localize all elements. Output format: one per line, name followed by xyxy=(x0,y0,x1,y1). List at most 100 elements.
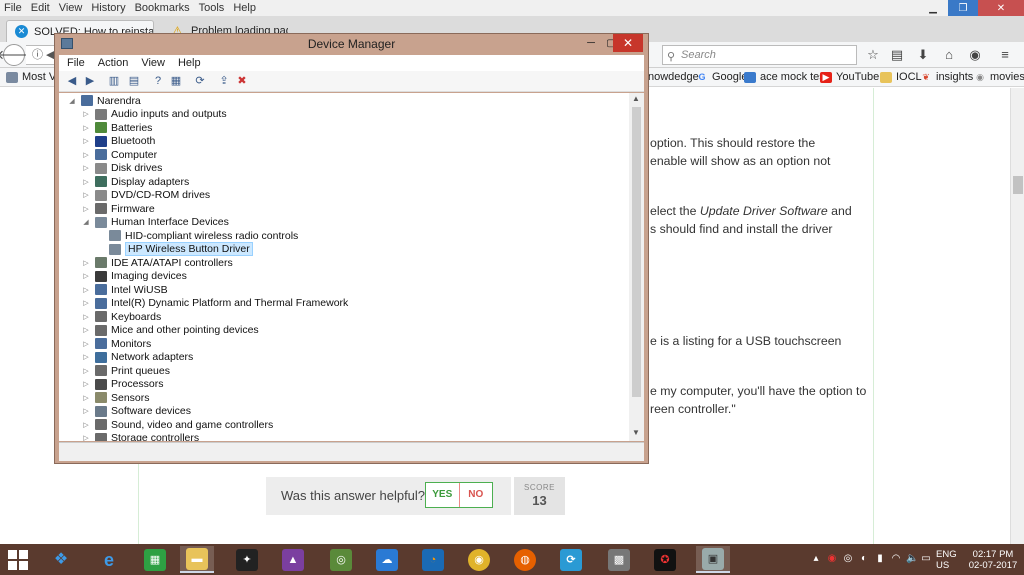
expand-arrow-icon[interactable]: ▷ xyxy=(81,407,91,415)
network-icon[interactable]: ▮ xyxy=(874,553,886,565)
tree-node[interactable]: ▷ Sensors xyxy=(81,391,149,405)
tree-node[interactable]: ▷ Imaging devices xyxy=(81,270,187,284)
properties-icon[interactable]: ▤ xyxy=(127,75,141,88)
expand-arrow-icon[interactable]: ▷ xyxy=(81,353,91,361)
taskbar-device-manager[interactable]: ▣ xyxy=(696,546,730,573)
bookmark-insights[interactable]: ❦ insights xyxy=(920,71,973,83)
taskbar-sync[interactable]: ⟳ xyxy=(554,546,588,573)
tree-node[interactable]: ▷ Monitors xyxy=(81,337,151,351)
expand-arrow-icon[interactable]: ▷ xyxy=(81,421,91,429)
tree-node[interactable]: ▷ Intel(R) Dynamic Platform and Thermal F… xyxy=(81,297,348,311)
bookmark-google[interactable]: G Google xyxy=(696,71,747,83)
tray-red-icon[interactable]: ◉ xyxy=(826,553,838,565)
tray-antivirus-icon[interactable]: ◐ xyxy=(858,553,870,565)
expand-arrow-icon[interactable]: ▷ xyxy=(81,434,91,441)
tree-node[interactable]: ▷ Storage controllers xyxy=(81,432,199,441)
bookmark-youtube[interactable]: ▶ YouTube xyxy=(820,71,879,83)
minimize-icon[interactable]: ▁ xyxy=(918,0,948,16)
tree-node[interactable]: ▷ Audio inputs and outputs xyxy=(81,108,226,122)
page-scrollbar[interactable] xyxy=(1010,88,1024,544)
expand-arrow-icon[interactable]: ▷ xyxy=(81,259,91,267)
menu-bookmarks[interactable]: Bookmarks xyxy=(135,2,190,14)
expand-arrow-icon[interactable]: ▷ xyxy=(81,191,91,199)
expand-arrow-icon[interactable]: ▷ xyxy=(81,110,91,118)
wifi-icon[interactable]: ◠ xyxy=(890,553,902,565)
scan-hardware-icon[interactable]: ⟳ xyxy=(193,75,207,88)
tree-node[interactable]: ▷ Software devices xyxy=(81,405,191,419)
menu-history[interactable]: History xyxy=(91,2,125,14)
tree-node[interactable]: ◢ Narendra xyxy=(67,94,140,108)
hamburger-menu-icon[interactable]: ≡ xyxy=(996,46,1014,64)
tree-node[interactable]: ▷ Batteries xyxy=(81,121,152,135)
reading-list-icon[interactable]: ▤ xyxy=(888,46,906,64)
no-button[interactable]: NO xyxy=(460,483,493,507)
clock[interactable]: 02:17 PM 02-07-2017 xyxy=(968,549,1018,571)
taskbar-firefox[interactable]: ◍ xyxy=(508,546,542,573)
notification-icon[interactable]: ▭ xyxy=(920,553,932,565)
back-arrow-icon[interactable]: ◀ xyxy=(65,75,79,88)
expand-arrow-icon[interactable]: ▷ xyxy=(81,164,91,172)
expand-arrow-icon[interactable]: ▷ xyxy=(81,380,91,388)
expand-arrow-icon[interactable]: ▷ xyxy=(81,299,91,307)
expand-arrow-icon[interactable]: ▷ xyxy=(81,178,91,186)
tree-node[interactable]: ▷ Sound, video and game controllers xyxy=(81,418,273,432)
expand-arrow-icon[interactable]: ▷ xyxy=(81,367,91,375)
expand-arrow-icon[interactable]: ▷ xyxy=(81,151,91,159)
device-tree-scrollbar[interactable]: ▲ ▼ xyxy=(629,93,644,441)
taskbar-app-orange[interactable]: ◔ xyxy=(416,546,450,573)
tree-node[interactable]: ▷ Bluetooth xyxy=(81,135,155,149)
taskbar-app-purple[interactable]: ▲ xyxy=(276,546,310,573)
dm-menu-action[interactable]: Action xyxy=(98,57,129,69)
yes-button[interactable]: YES xyxy=(426,483,460,507)
bookmark-most-visited[interactable]: Most Vi xyxy=(6,71,58,83)
bookmark-movies[interactable]: ◉ movies xyxy=(974,71,1024,83)
device-tree-scrollbar-thumb[interactable] xyxy=(632,107,641,397)
restore-icon[interactable]: ❐ xyxy=(948,0,978,16)
windows-start-icon[interactable] xyxy=(8,550,28,570)
bookmark-star-icon[interactable]: ☆ xyxy=(864,46,882,64)
dm-menu-help[interactable]: Help xyxy=(178,57,201,69)
tree-node[interactable]: ▷ Firmware xyxy=(81,202,154,216)
tree-node-selected[interactable]: HP Wireless Button Driver xyxy=(95,242,253,257)
show-hide-tree-icon[interactable]: ▥ xyxy=(107,75,121,88)
tray-overflow-icon[interactable]: ▴ xyxy=(810,553,822,565)
bookmark-knowledge[interactable]: nowdedge xyxy=(648,71,699,83)
download-icon[interactable]: ⬇ xyxy=(914,46,932,64)
taskbar-store[interactable]: ▦ xyxy=(138,546,172,573)
close-icon[interactable]: ✕ xyxy=(978,0,1024,16)
tree-node[interactable]: ▷ Intel WiUSB xyxy=(81,283,167,297)
uninstall-icon[interactable]: ✖ xyxy=(235,75,249,88)
collapse-arrow-icon[interactable]: ◢ xyxy=(67,97,77,105)
tree-node[interactable]: ◢ Human Interface Devices xyxy=(81,216,229,230)
expand-arrow-icon[interactable]: ▷ xyxy=(81,394,91,402)
tree-node[interactable]: ▷ IDE ATA/ATAPI controllers xyxy=(81,256,232,270)
menu-edit[interactable]: Edit xyxy=(31,2,50,14)
tree-node[interactable]: ▷ Processors xyxy=(81,378,163,392)
expand-arrow-icon[interactable]: ▷ xyxy=(81,272,91,280)
tree-node[interactable]: ▷ Display adapters xyxy=(81,175,189,189)
home-icon[interactable]: ⌂ xyxy=(940,46,958,64)
search-input[interactable]: ⚲ Search xyxy=(662,45,857,65)
forward-arrow-icon[interactable]: ▶ xyxy=(83,75,97,88)
taskbar-app-red[interactable]: ✪ xyxy=(648,546,682,573)
taskbar-internet-explorer[interactable]: e xyxy=(92,546,126,573)
back-button[interactable]: 🡐 xyxy=(0,44,31,66)
tree-node[interactable]: HID-compliant wireless radio controls xyxy=(95,229,298,243)
menu-help[interactable]: Help xyxy=(233,2,256,14)
scroll-up-icon[interactable]: ▲ xyxy=(632,94,640,103)
view-icon[interactable]: ▦ xyxy=(169,75,183,88)
scroll-down-icon[interactable]: ▼ xyxy=(632,428,640,437)
pocket-icon[interactable]: ◉ xyxy=(966,46,984,64)
language-indicator[interactable]: ENG US xyxy=(936,549,957,571)
expand-arrow-icon[interactable]: ▷ xyxy=(81,313,91,321)
page-scrollbar-thumb[interactable] xyxy=(1013,176,1023,194)
minimize-icon[interactable]: ─ xyxy=(581,36,601,51)
expand-arrow-icon[interactable]: ▷ xyxy=(81,124,91,132)
menu-view[interactable]: View xyxy=(59,2,83,14)
taskbar-file-explorer[interactable]: ▬ xyxy=(180,546,214,573)
expand-arrow-icon[interactable]: ▷ xyxy=(81,326,91,334)
taskbar-app-puzzle[interactable]: ✦ xyxy=(230,546,264,573)
taskbar-onedrive[interactable]: ☁ xyxy=(370,546,404,573)
expand-arrow-icon[interactable]: ▷ xyxy=(81,286,91,294)
tree-node[interactable]: ▷ Mice and other pointing devices xyxy=(81,324,258,338)
